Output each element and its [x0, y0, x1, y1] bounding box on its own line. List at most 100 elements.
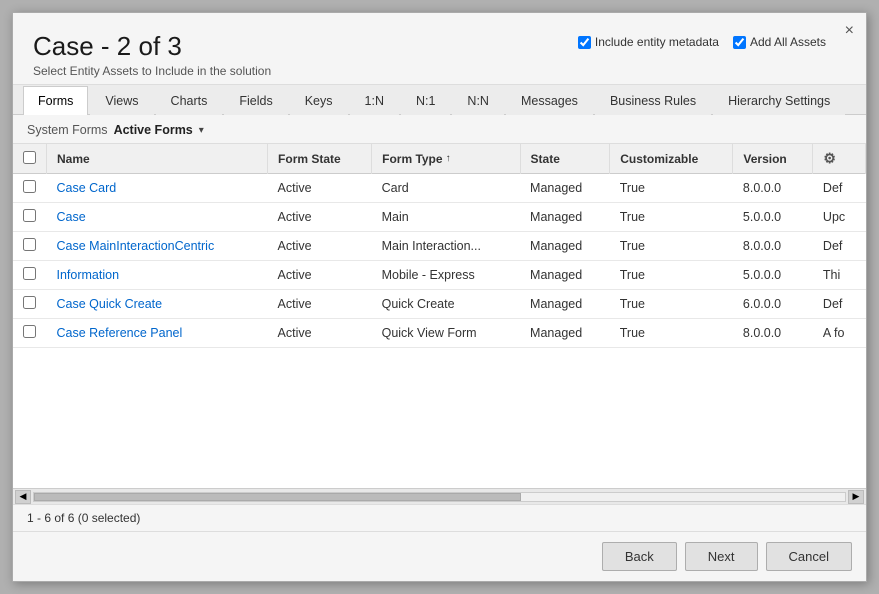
tab-fields[interactable]: Fields	[224, 86, 287, 115]
row-customizable: True	[610, 290, 733, 319]
row-check[interactable]	[13, 261, 47, 290]
tabs-bar: FormsViewsChartsFieldsKeys1:NN:1N:NMessa…	[13, 85, 866, 115]
header-check	[13, 144, 47, 174]
tab-n-1[interactable]: N:1	[401, 86, 450, 115]
header-extra: ⚙	[813, 144, 866, 174]
row-checkbox[interactable]	[23, 238, 36, 251]
dialog-subtitle: Select Entity Assets to Include in the s…	[33, 64, 846, 78]
scrollbar-thumb[interactable]	[34, 493, 521, 501]
row-form-type: Main	[372, 203, 520, 232]
row-form-state: Active	[268, 261, 372, 290]
table-row: Case Quick Create ActiveQuick CreateManag…	[13, 290, 866, 319]
row-form-state: Active	[268, 203, 372, 232]
row-form-state: Active	[268, 232, 372, 261]
row-name-link[interactable]: Case Card	[57, 181, 117, 195]
include-entity-metadata-text: Include entity metadata	[595, 35, 719, 49]
tab-n-n[interactable]: N:N	[452, 86, 504, 115]
row-version: 6.0.0.0	[733, 290, 813, 319]
row-form-type: Main Interaction...	[372, 232, 520, 261]
header-form-type[interactable]: Form Type ↑	[372, 144, 520, 174]
tab-messages[interactable]: Messages	[506, 86, 593, 115]
row-check[interactable]	[13, 290, 47, 319]
row-form-type: Quick Create	[372, 290, 520, 319]
tab-keys[interactable]: Keys	[290, 86, 348, 115]
row-state: Managed	[520, 203, 610, 232]
tab-charts[interactable]: Charts	[156, 86, 223, 115]
row-version: 8.0.0.0	[733, 319, 813, 348]
include-entity-metadata-checkbox[interactable]	[578, 36, 591, 49]
row-name: Case MainInteractionCentric	[47, 232, 268, 261]
tab-business-rules[interactable]: Business Rules	[595, 86, 711, 115]
select-all-checkbox[interactable]	[23, 151, 36, 164]
row-check[interactable]	[13, 203, 47, 232]
scroll-left-button[interactable]: ◀	[15, 490, 31, 504]
add-all-assets-text: Add All Assets	[750, 35, 826, 49]
row-checkbox[interactable]	[23, 267, 36, 280]
row-check[interactable]	[13, 319, 47, 348]
row-extra: Def	[813, 232, 866, 261]
row-version: 5.0.0.0	[733, 261, 813, 290]
row-customizable: True	[610, 319, 733, 348]
row-customizable: True	[610, 232, 733, 261]
row-form-type: Card	[372, 174, 520, 203]
tab-1-n[interactable]: 1:N	[350, 86, 399, 115]
row-form-type: Quick View Form	[372, 319, 520, 348]
row-check[interactable]	[13, 174, 47, 203]
row-checkbox[interactable]	[23, 325, 36, 338]
row-name-link[interactable]: Information	[57, 268, 120, 282]
add-all-assets-checkbox[interactable]	[733, 36, 746, 49]
row-check[interactable]	[13, 232, 47, 261]
header-checkboxes: Include entity metadata Add All Assets	[578, 35, 826, 49]
horizontal-scrollbar[interactable]: ◀ ▶	[13, 488, 866, 504]
table-row: Case CardActiveCardManagedTrue8.0.0.0Def	[13, 174, 866, 203]
row-form-state: Active	[268, 290, 372, 319]
row-state: Managed	[520, 232, 610, 261]
tab-views[interactable]: Views	[90, 86, 153, 115]
cancel-button[interactable]: Cancel	[766, 542, 852, 571]
table-row: Case Reference Panel ActiveQuick View For…	[13, 319, 866, 348]
row-checkbox[interactable]	[23, 180, 36, 193]
row-customizable: True	[610, 261, 733, 290]
header-form-state: Form State	[268, 144, 372, 174]
back-button[interactable]: Back	[602, 542, 677, 571]
row-extra: Def	[813, 290, 866, 319]
include-entity-metadata-label[interactable]: Include entity metadata	[578, 35, 719, 49]
next-button[interactable]: Next	[685, 542, 758, 571]
active-forms-dropdown-icon[interactable]: ▾	[199, 125, 204, 136]
row-checkbox[interactable]	[23, 209, 36, 222]
row-state: Managed	[520, 174, 610, 203]
main-dialog: Case - 2 of 3 Select Entity Assets to In…	[12, 12, 867, 582]
tab-forms[interactable]: Forms	[23, 86, 88, 115]
row-form-state: Active	[268, 174, 372, 203]
row-name-link[interactable]: Case	[57, 210, 86, 224]
table-header-row: Name Form State Form Type ↑ State Custom…	[13, 144, 866, 174]
row-name: Case	[47, 203, 268, 232]
close-button[interactable]: ×	[845, 23, 854, 39]
row-form-type: Mobile - Express	[372, 261, 520, 290]
table-row: Case MainInteractionCentric ActiveMain In…	[13, 232, 866, 261]
scrollbar-track[interactable]	[33, 492, 846, 502]
row-name: Case Card	[47, 174, 268, 203]
status-bar: 1 - 6 of 6 (0 selected)	[13, 504, 866, 531]
add-all-assets-label[interactable]: Add All Assets	[733, 35, 826, 49]
header-customizable: Customizable	[610, 144, 733, 174]
row-extra: Thi	[813, 261, 866, 290]
row-name-link[interactable]: Case Quick Create	[57, 297, 163, 311]
forms-table: Name Form State Form Type ↑ State Custom…	[13, 144, 866, 348]
row-extra: A fo	[813, 319, 866, 348]
title-bar: Case - 2 of 3 Select Entity Assets to In…	[13, 13, 866, 85]
header-version: Version	[733, 144, 813, 174]
row-name: Information	[47, 261, 268, 290]
row-checkbox[interactable]	[23, 296, 36, 309]
row-name-link[interactable]: Case Reference Panel	[57, 326, 183, 340]
row-state: Managed	[520, 290, 610, 319]
tab-hierarchy-settings[interactable]: Hierarchy Settings	[713, 86, 845, 115]
row-version: 8.0.0.0	[733, 174, 813, 203]
row-state: Managed	[520, 319, 610, 348]
row-customizable: True	[610, 174, 733, 203]
scroll-right-button[interactable]: ▶	[848, 490, 864, 504]
subheader: System Forms Active Forms ▾	[13, 115, 866, 144]
row-state: Managed	[520, 261, 610, 290]
row-form-state: Active	[268, 319, 372, 348]
row-name-link[interactable]: Case MainInteractionCentric	[57, 239, 215, 253]
